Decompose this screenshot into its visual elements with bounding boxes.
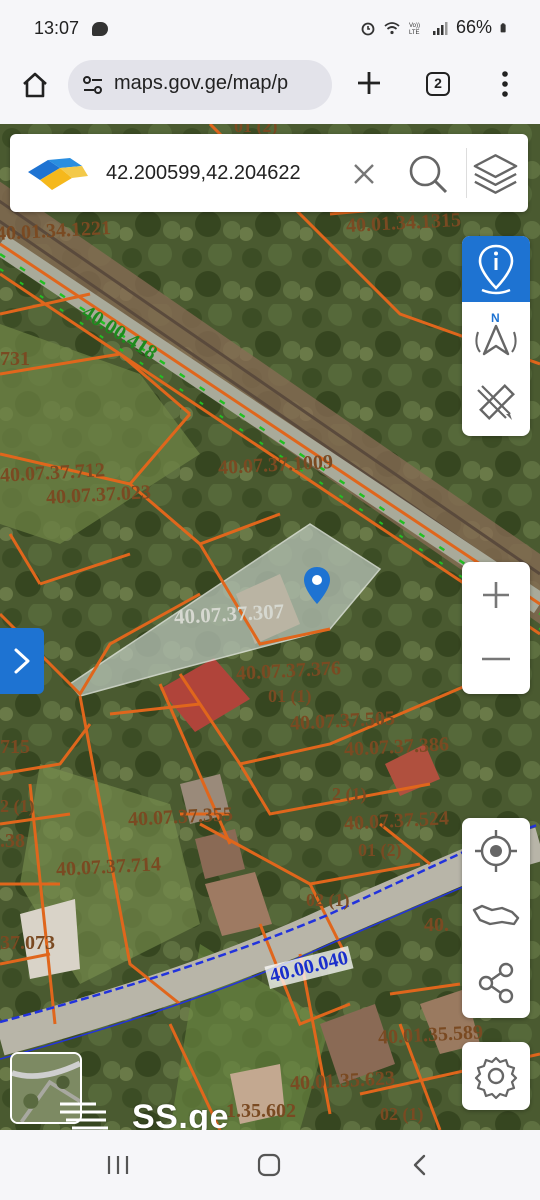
gear-icon[interactable]: [462, 1042, 530, 1110]
svg-text:LTE: LTE: [409, 30, 420, 36]
home-icon[interactable]: [20, 70, 50, 100]
browser-toolbar: maps.gov.ge/map/p 2: [0, 60, 540, 124]
coordinate-search-input[interactable]: [106, 156, 342, 190]
parcel-label: 01 (2): [358, 840, 402, 860]
new-tab-button[interactable]: [354, 68, 384, 98]
parcel-label: 02 (1): [306, 890, 350, 910]
napr-logo[interactable]: [26, 154, 90, 194]
recents-icon[interactable]: [104, 1154, 132, 1176]
map-tools-panel: N: [462, 236, 530, 436]
parcel-label: 02 (1): [380, 1104, 424, 1124]
zoom-out-button[interactable]: [462, 628, 530, 694]
signal-icon: [432, 21, 448, 35]
georgia-map-icon[interactable]: [462, 884, 530, 950]
alarm-icon: [361, 22, 375, 35]
parcel-label: 01 (1): [268, 686, 312, 706]
search-icon[interactable]: [406, 152, 450, 196]
parcel-label: .38: [0, 830, 25, 852]
share-icon[interactable]: [462, 950, 530, 1016]
more-menu-icon[interactable]: [494, 68, 516, 100]
system-nav-bar: [0, 1130, 540, 1200]
chevron-right-icon: [14, 648, 30, 674]
parcel-label: 37.073: [0, 932, 55, 954]
status-bar: 13:07 Vo)) LTE 66%: [0, 0, 540, 60]
parcel-label: 731: [0, 348, 30, 370]
battery-icon: [500, 22, 506, 32]
parcel-label: 40.: [424, 914, 449, 936]
wifi-icon: [384, 21, 400, 34]
battery-percent: 66%: [455, 17, 492, 37]
svg-text:Vo)): Vo)): [409, 23, 420, 29]
minus-icon: [482, 657, 510, 661]
parcel-label: 715: [0, 736, 30, 758]
map-actions-panel: [462, 818, 530, 1018]
volte-icon: Vo))LTE: [409, 23, 420, 36]
nav-home-icon[interactable]: [256, 1152, 282, 1178]
layers-icon[interactable]: [466, 148, 524, 198]
zoom-controls: [462, 562, 530, 694]
expand-sidebar-button[interactable]: [0, 628, 44, 694]
status-indicators: Vo)) LTE 66%: [360, 17, 510, 38]
plus-icon: [483, 582, 509, 608]
site-settings-icon[interactable]: [82, 74, 104, 96]
svg-text:N: N: [491, 311, 500, 325]
zoom-in-button[interactable]: [462, 562, 530, 628]
tab-count-button[interactable]: 2: [426, 72, 450, 96]
message-icon: [92, 22, 108, 36]
close-icon[interactable]: [350, 160, 378, 188]
north-compass-icon[interactable]: N: [462, 304, 530, 368]
ruler-pencil-icon[interactable]: [462, 370, 530, 434]
status-time: 13:07: [34, 18, 80, 38]
parcel-label: 2 (1): [332, 784, 367, 804]
search-panel: [10, 134, 528, 212]
crosshair-icon[interactable]: [462, 818, 530, 884]
parcel-label: 2 (1): [0, 796, 35, 816]
location-pin-icon[interactable]: [302, 566, 332, 606]
back-icon[interactable]: [408, 1152, 432, 1178]
info-pin-icon[interactable]: [462, 236, 530, 302]
map-view[interactable]: 01 (2) 40.01.34.1221 40.01.34.1315 40.00…: [0, 124, 540, 1130]
url-text[interactable]: maps.gov.ge/map/p: [114, 72, 324, 95]
address-bar[interactable]: maps.gov.ge/map/p: [68, 60, 332, 110]
